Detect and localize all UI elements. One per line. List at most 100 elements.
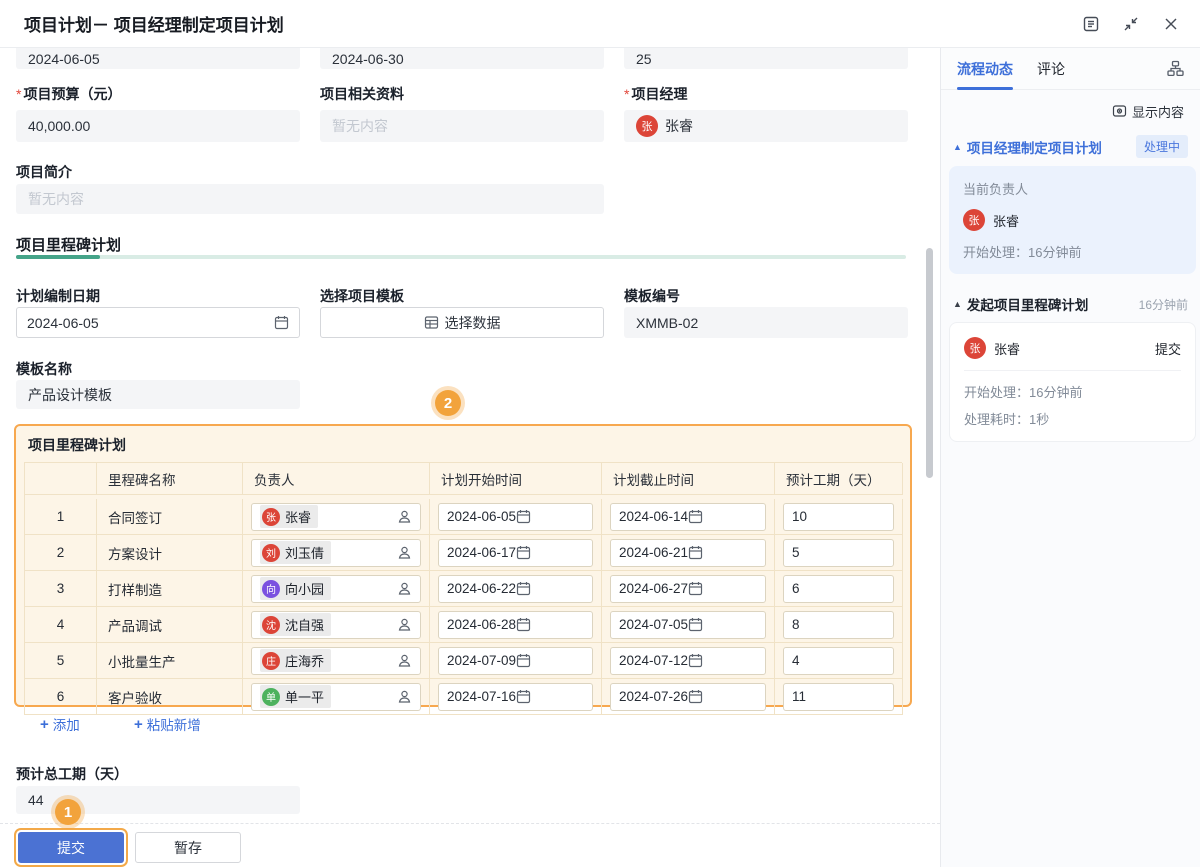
- select-data-button[interactable]: 选择数据: [320, 307, 604, 338]
- show-content-icon: [1112, 104, 1127, 119]
- start-date-cell: 2024-06-05: [430, 499, 602, 535]
- milestone-name-cell[interactable]: 小批量生产: [97, 643, 243, 679]
- collapse-window-icon[interactable]: [1122, 15, 1140, 33]
- workflow-chart-icon[interactable]: [1167, 60, 1184, 77]
- card-divider: [964, 370, 1181, 371]
- person-picker-icon[interactable]: [397, 545, 412, 560]
- end-date-input[interactable]: 2024-06-21: [610, 539, 766, 567]
- collapse-triangle-icon: [953, 299, 962, 309]
- person-picker-icon[interactable]: [397, 509, 412, 524]
- section-progress-bar: [16, 255, 906, 259]
- col-header-days: 预计工期（天）: [775, 463, 903, 495]
- start-date-input[interactable]: 2024-07-16: [438, 683, 593, 711]
- days-input[interactable]: 5: [783, 539, 894, 567]
- template-no-field: XMMB-02: [624, 307, 908, 338]
- owner-picker[interactable]: 庄 庄海乔: [251, 647, 421, 675]
- calendar-icon[interactable]: [516, 689, 531, 704]
- calendar-icon[interactable]: [688, 653, 703, 668]
- col-header-end: 计划截止时间: [602, 463, 775, 495]
- milestone-table-title: 项目里程碑计划: [16, 426, 910, 462]
- end-date-cell: 2024-06-14: [602, 499, 775, 535]
- end-date-cell: 2024-07-12: [602, 643, 775, 679]
- footer-divider: [0, 823, 940, 824]
- start-date-cell: 2024-06-17: [430, 535, 602, 571]
- current-owner-row: 张 张睿: [963, 209, 1182, 231]
- owner-picker[interactable]: 刘 刘玉倩: [251, 539, 421, 567]
- history-started: 开始处理：16分钟前: [964, 382, 1181, 401]
- milestone-table-container: 项目里程碑计划 里程碑名称 负责人 计划开始时间 计划截止时间 预计工期（天） …: [14, 424, 912, 707]
- days-input[interactable]: 8: [783, 611, 894, 639]
- start-date-input[interactable]: 2024-06-05: [438, 503, 593, 531]
- milestone-name-cell[interactable]: 打样制造: [97, 571, 243, 607]
- calendar-icon[interactable]: [516, 545, 531, 560]
- calendar-icon[interactable]: [688, 545, 703, 560]
- person-picker-icon[interactable]: [397, 581, 412, 596]
- calendar-icon[interactable]: [516, 653, 531, 668]
- calendar-icon[interactable]: [516, 617, 531, 632]
- milestone-name-cell[interactable]: 方案设计: [97, 535, 243, 571]
- calendar-icon[interactable]: [688, 689, 703, 704]
- milestone-name-cell[interactable]: 产品调试: [97, 607, 243, 643]
- budget-input[interactable]: 40,000.00: [16, 110, 300, 142]
- owner-tag: 沈 沈自强: [260, 613, 331, 636]
- person-picker-icon[interactable]: [397, 689, 412, 704]
- row-index: 5: [25, 643, 97, 679]
- owner-name: 向小园: [285, 579, 324, 598]
- show-content-toggle[interactable]: 显示内容: [941, 90, 1200, 121]
- owner-tag: 庄 庄海乔: [260, 649, 331, 672]
- milestone-name-cell[interactable]: 客户验收: [97, 679, 243, 715]
- person-picker-icon[interactable]: [397, 617, 412, 632]
- save-draft-button[interactable]: 暂存: [135, 832, 241, 863]
- calendar-icon[interactable]: [688, 581, 703, 596]
- days-input[interactable]: 10: [783, 503, 894, 531]
- project-days-field: 25: [624, 48, 908, 69]
- paste-add-button[interactable]: 粘贴新增: [134, 714, 201, 734]
- calendar-icon[interactable]: [688, 509, 703, 524]
- owner-picker[interactable]: 向 向小园: [251, 575, 421, 603]
- template-select-label: 选择项目模板: [320, 286, 604, 306]
- current-step-header[interactable]: 项目经理制定项目计划 处理中: [941, 121, 1200, 166]
- days-input[interactable]: 6: [783, 575, 894, 603]
- start-date-input[interactable]: 2024-06-22: [438, 575, 593, 603]
- avatar: 张: [964, 337, 986, 359]
- start-date-input[interactable]: 2024-07-09: [438, 647, 593, 675]
- end-date-input[interactable]: 2024-06-27: [610, 575, 766, 603]
- intro-input[interactable]: 暂无内容: [16, 184, 604, 214]
- row-index: 4: [25, 607, 97, 643]
- plan-date-input[interactable]: 2024-06-05: [16, 307, 300, 338]
- end-date-input[interactable]: 2024-06-14: [610, 503, 766, 531]
- history-step-header[interactable]: 发起项目里程碑计划 16分钟前: [941, 280, 1200, 322]
- end-date-input[interactable]: 2024-07-05: [610, 611, 766, 639]
- materials-input[interactable]: 暂无内容: [320, 110, 604, 142]
- owner-cell: 向 向小园: [243, 571, 430, 607]
- tab-flow-activity[interactable]: 流程动态: [957, 48, 1013, 90]
- form-detail-icon[interactable]: [1082, 15, 1100, 33]
- calendar-icon[interactable]: [516, 581, 531, 596]
- close-icon[interactable]: [1162, 15, 1180, 33]
- calendar-icon[interactable]: [516, 509, 531, 524]
- tab-comments[interactable]: 评论: [1037, 48, 1065, 90]
- start-date-cell: 2024-07-16: [430, 679, 602, 715]
- milestone-name-cell[interactable]: 合同签订: [97, 499, 243, 535]
- person-picker-icon[interactable]: [397, 653, 412, 668]
- start-date-input[interactable]: 2024-06-17: [438, 539, 593, 567]
- project-start-date-field: 2024-06-05: [16, 48, 300, 69]
- vertical-scrollbar[interactable]: [926, 248, 933, 478]
- history-step-card: 张 张睿 提交 开始处理：16分钟前 处理耗时：1秒: [949, 322, 1196, 442]
- row-index: 3: [25, 571, 97, 607]
- end-date-input[interactable]: 2024-07-26: [610, 683, 766, 711]
- owner-avatar: 庄: [262, 652, 280, 670]
- days-input[interactable]: 11: [783, 683, 894, 711]
- add-row-button[interactable]: 添加: [40, 714, 80, 734]
- page-title: 项目计划－ 项目经理制定项目计划: [24, 11, 284, 36]
- manager-picker[interactable]: 张 张睿: [624, 110, 908, 142]
- calendar-icon[interactable]: [688, 617, 703, 632]
- owner-picker[interactable]: 单 单一平: [251, 683, 421, 711]
- end-date-input[interactable]: 2024-07-12: [610, 647, 766, 675]
- owner-picker[interactable]: 张 张睿: [251, 503, 421, 531]
- calendar-icon[interactable]: [274, 315, 289, 330]
- submit-button[interactable]: 提交: [18, 832, 124, 863]
- start-date-input[interactable]: 2024-06-28: [438, 611, 593, 639]
- days-input[interactable]: 4: [783, 647, 894, 675]
- owner-picker[interactable]: 沈 沈自强: [251, 611, 421, 639]
